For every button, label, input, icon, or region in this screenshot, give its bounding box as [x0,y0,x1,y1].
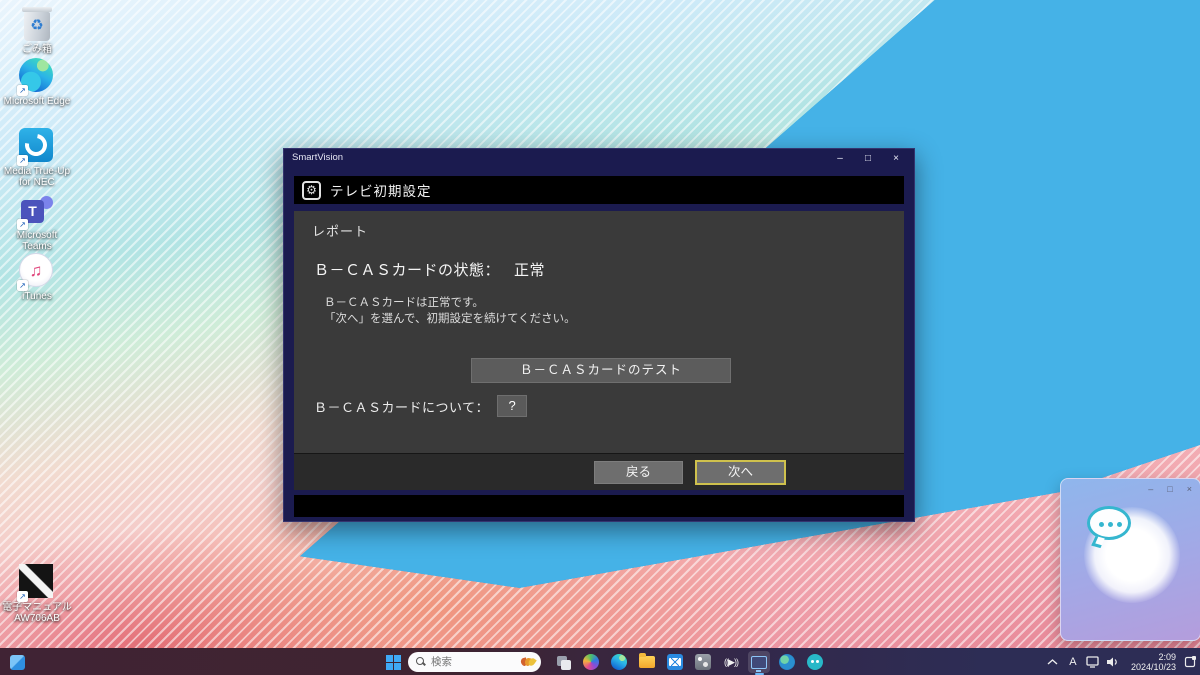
back-button[interactable]: 戻る [594,461,683,484]
smartvision-window: SmartVision – □ × ⚙ テレビ初期設定 レポート Ｂ－ＣＡＳカー… [283,148,915,522]
dialog-content: レポート Ｂ－ＣＡＳカードの状態： 正常 Ｂ－ＣＡＳカードは正常です。 「次へ」を… [294,211,904,453]
shortcut-arrow-icon: ↗ [17,591,28,602]
desktop-icon-teams[interactable]: T ↗ Microsoft Teams [2,192,72,252]
clock[interactable]: 2:09 2024/10/23 [1131,652,1176,672]
desktop-icon-manual[interactable]: ↗ 電子マニュアル AW706AB [2,564,72,624]
edge-taskbar-button[interactable] [608,651,630,673]
dialog-footer: 戻る 次へ [294,453,904,490]
desktop-icon-label: Microsoft Teams [16,230,58,252]
desktop-icon-media-true-up[interactable]: ↗ Media True-Up for NEC [2,128,72,188]
section-title: レポート [312,224,369,239]
volume-button[interactable] [1103,648,1123,675]
bcas-status-value: 正常 [514,262,546,279]
file-explorer-button[interactable] [636,651,658,673]
seasonal-leaves-icon [520,657,537,667]
mail-icon [667,654,683,670]
bcas-status-line: Ｂ－ＣＡＳカードの状態： 正常 [314,259,545,280]
bcas-message-line2: 「次へ」を選んで、初期設定を続けてください。 [324,313,576,325]
desktop-icon-label: ごみ箱 [22,44,52,55]
copilot-icon [583,654,599,670]
desktop-icon-label: iTunes [22,291,52,302]
clock-time: 2:09 [1158,651,1176,662]
manual-icon: ↗ [17,564,55,602]
taskbar: ((▶)) A [0,648,1200,675]
smartvision-tv-icon [751,655,767,672]
speaker-icon [1107,657,1118,666]
bcas-status-label: Ｂ－ＣＡＳカードの状態： [314,262,501,279]
recycle-bin-icon: ♻ [19,6,55,42]
itunes-icon: ♫ ↗ [17,253,55,291]
desktop-icon-label-line2: for NEC [19,177,55,188]
start-button[interactable] [382,651,404,673]
bcas-message-line1: Ｂ－ＣＡＳカードは正常です。 [324,297,484,309]
shortcut-arrow-icon: ↗ [17,85,28,96]
ime-indicator[interactable]: A [1063,648,1083,675]
app-navi-icon [695,654,711,670]
bcas-about-row: Ｂ－ＣＡＳカードについて： ? [314,395,528,417]
shortcut-arrow-icon: ↗ [17,280,28,291]
desktop-icon-edge[interactable]: ↗ Microsoft Edge [2,58,72,107]
windows-logo-icon [385,654,401,670]
broadcast-button[interactable]: ((▶)) [720,651,742,673]
task-view-button[interactable] [552,651,574,673]
desktop-icon-label: Media True-Up [3,166,71,177]
desktop-icon-label: Microsoft Edge [3,96,71,107]
broadcast-icon: ((▶)) [724,656,739,667]
copilot-button[interactable] [580,651,602,673]
dialog-header: ⚙ テレビ初期設定 [294,176,904,204]
teams-icon: T ↗ [17,192,55,230]
widget-maximize-button[interactable]: □ [1167,483,1172,495]
mail-button[interactable] [664,651,686,673]
shortcut-arrow-icon: ↗ [17,155,28,166]
assistant-widget-window: – □ × [1060,478,1200,641]
folder-icon [639,653,655,668]
network-button[interactable] [1083,648,1103,675]
titlebar[interactable]: SmartVision – □ × [284,149,914,169]
notification-icon [1184,656,1196,668]
tray-overflow-button[interactable] [1043,648,1063,675]
bot-icon [807,654,823,670]
gear-icon: ⚙ [302,180,321,200]
desktop-icon-recycle-bin[interactable]: ♻ ごみ箱 [2,6,72,55]
desktop-icon-label: 電子マニュアル [2,602,72,613]
system-tray: A 2:09 2024/10/23 [1043,648,1200,675]
desktop: ♻ ごみ箱 ↗ Microsoft Edge ↗ Media True-Up f… [0,0,1200,675]
notification-center-button[interactable] [1180,648,1200,675]
task-view-icon [555,654,571,670]
widgets-button[interactable] [6,651,28,673]
search-icon [416,657,426,667]
dialog-title: テレビ初期設定 [330,184,432,199]
taskbar-search[interactable] [408,652,541,672]
window-title: SmartVision [292,152,344,163]
close-button[interactable]: × [882,149,910,168]
network-icon [1086,655,1099,668]
lavie-wiz-button[interactable] [776,651,798,673]
maximize-button[interactable]: □ [854,149,882,168]
clock-date: 2024/10/23 [1130,661,1176,672]
bcas-about-label: Ｂ－ＣＡＳカードについて： [314,399,490,415]
smartvision-taskbar-button[interactable] [748,651,770,675]
media-true-up-icon: ↗ [17,128,55,166]
next-button[interactable]: 次へ [695,460,786,485]
app-navi-button[interactable] [692,651,714,673]
chevron-up-icon [1047,658,1058,665]
widgets-icon [9,654,25,670]
shortcut-arrow-icon: ↗ [17,219,28,230]
widget-close-button[interactable]: × [1187,483,1192,495]
minimize-button[interactable]: – [826,149,854,168]
assistant-button[interactable] [804,651,826,673]
edge-icon: ↗ [17,58,55,96]
bcas-test-button[interactable]: Ｂ－ＣＡＳカードのテスト [471,358,731,383]
desktop-icon-label-line2: AW706AB [14,613,60,624]
chat-bubble-icon[interactable] [1087,506,1131,540]
widget-minimize-button[interactable]: – [1148,483,1153,495]
search-input[interactable] [431,656,501,668]
desktop-icon-itunes[interactable]: ♫ ↗ iTunes [2,253,72,302]
edge-icon [611,654,627,670]
bcas-help-button[interactable]: ? [497,395,528,417]
status-strip [294,495,904,517]
globe-icon [779,654,795,670]
